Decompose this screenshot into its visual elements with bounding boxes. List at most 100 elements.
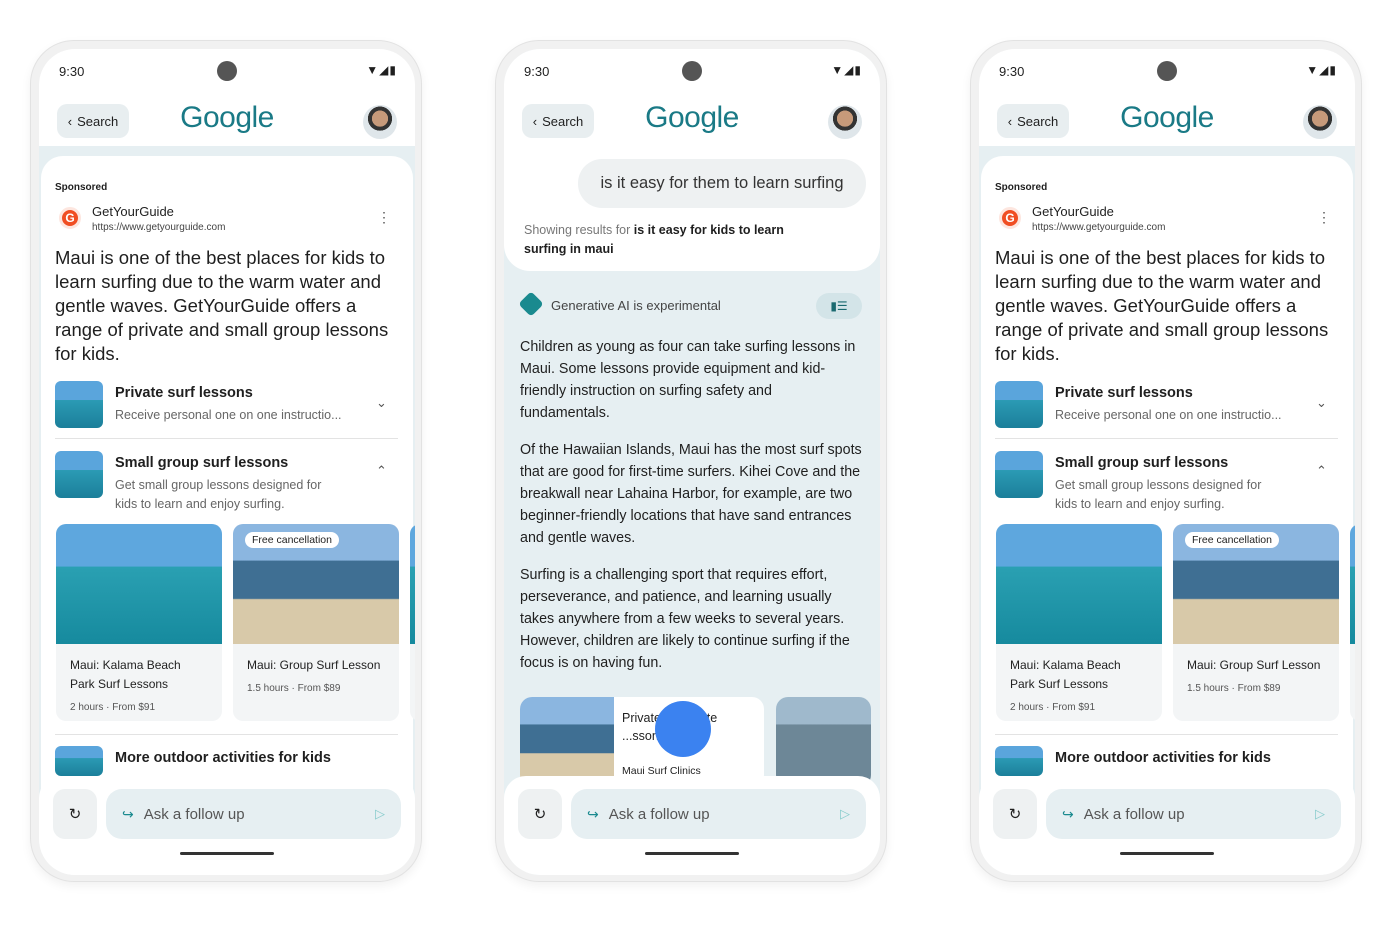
product-card[interactable]: Free cancellation Maui: Group Surf Lesso… bbox=[233, 524, 399, 721]
back-search-button[interactable]: ‹ Search bbox=[57, 104, 129, 138]
signal-battery-icon: ▼◢▮ bbox=[831, 63, 862, 77]
divider bbox=[55, 438, 398, 439]
refresh-icon: ↻ bbox=[68, 806, 82, 823]
chevron-left-icon: ‹ bbox=[67, 113, 73, 129]
product-card[interactable]: Free cancellation Maui: Group Surf Lesso… bbox=[1173, 524, 1339, 721]
advertiser-url[interactable]: https://www.getyourguide.com bbox=[92, 222, 225, 233]
avatar[interactable] bbox=[1303, 105, 1337, 139]
product-card-peek[interactable] bbox=[410, 524, 415, 721]
camera-icon bbox=[1157, 61, 1177, 81]
status-time: 9:30 bbox=[999, 64, 1025, 79]
ask-followup-input[interactable]: ↪ Ask a follow up ▷ bbox=[106, 789, 401, 839]
google-logo: Google bbox=[180, 101, 274, 134]
status-time: 9:30 bbox=[524, 64, 550, 79]
product-title: Maui: Kalama Beach Park Surf Lessons bbox=[70, 658, 181, 691]
product-image bbox=[996, 524, 1162, 644]
product-card[interactable]: Maui: Kalama Beach Park Surf Lessons 2 ho… bbox=[996, 524, 1162, 721]
group-lessons-thumbnail bbox=[55, 451, 103, 498]
back-search-button[interactable]: ‹ Search bbox=[522, 104, 594, 138]
chevron-down-icon[interactable]: ⌄ bbox=[1316, 395, 1327, 411]
row-title[interactable]: More outdoor activities for kids bbox=[1055, 750, 1271, 766]
camera-icon bbox=[682, 61, 702, 81]
sponsored-label: Sponsored bbox=[55, 182, 108, 193]
screen: 9:30 ▼◢▮ ‹ Search Google is it easy for t… bbox=[504, 49, 880, 875]
followup-arrow-icon: ↪ bbox=[587, 805, 599, 822]
row-subtitle: Get small group lessons designed for kid… bbox=[115, 478, 322, 511]
advertiser-name[interactable]: GetYourGuide bbox=[92, 204, 174, 219]
ai-experimental-label: Generative AI is experimental bbox=[551, 298, 721, 313]
ai-overview: Children as young as four can take surfi… bbox=[520, 336, 865, 689]
home-indicator[interactable] bbox=[1120, 852, 1214, 855]
source-card-peek[interactable] bbox=[776, 697, 871, 787]
row-title[interactable]: Small group surf lessons bbox=[115, 455, 288, 471]
more-options-icon[interactable]: ⋮ bbox=[377, 209, 391, 226]
ai-paragraph: Of the Hawaiian Islands, Maui has the mo… bbox=[520, 442, 862, 546]
row-title[interactable]: More outdoor activities for kids bbox=[115, 750, 331, 766]
chevron-left-icon: ‹ bbox=[1007, 113, 1013, 129]
back-label: Search bbox=[77, 113, 119, 129]
free-cancellation-badge: Free cancellation bbox=[245, 532, 339, 548]
divider bbox=[55, 734, 398, 735]
product-card[interactable]: Maui: Kalama Beach Park Surf Lessons 2 ho… bbox=[56, 524, 222, 721]
more-options-icon[interactable]: ⋮ bbox=[1317, 209, 1331, 226]
followup-arrow-icon: ↪ bbox=[1062, 805, 1074, 822]
product-meta: 1.5 hours · From $89 bbox=[1187, 683, 1281, 694]
avatar[interactable] bbox=[828, 105, 862, 139]
row-title[interactable]: Small group surf lessons bbox=[1055, 455, 1228, 471]
showing-prefix: Showing results for bbox=[524, 223, 634, 237]
layout-toggle-button[interactable]: ▮☰ bbox=[816, 293, 862, 319]
ad-body: Maui is one of the best places for kids … bbox=[55, 247, 389, 364]
ask-followup-input[interactable]: ↪ Ask a follow up ▷ bbox=[1046, 789, 1341, 839]
source-image bbox=[520, 697, 614, 787]
product-title: Maui: Kalama Beach Park Surf Lessons bbox=[1010, 658, 1121, 691]
refresh-button[interactable]: ↻ bbox=[53, 789, 97, 839]
refresh-icon: ↻ bbox=[1008, 806, 1022, 823]
screen: 9:30 ▼◢▮ ‹ Search Google Sponsored G GetY… bbox=[39, 49, 415, 875]
row-subtitle: Receive personal one on one instructio..… bbox=[1055, 408, 1282, 422]
product-meta: 2 hours · From $91 bbox=[70, 702, 156, 713]
outdoor-thumbnail bbox=[995, 746, 1043, 776]
ask-followup-input[interactable]: ↪ Ask a follow up ▷ bbox=[571, 789, 866, 839]
chevron-up-icon[interactable]: ⌃ bbox=[376, 463, 387, 479]
product-card-peek[interactable] bbox=[1350, 524, 1355, 721]
back-label: Search bbox=[1017, 113, 1059, 129]
chevron-down-icon[interactable]: ⌄ bbox=[376, 395, 387, 411]
product-meta: 2 hours · From $91 bbox=[1010, 702, 1096, 713]
showing-results[interactable]: Showing results for is it easy for kids … bbox=[524, 221, 804, 259]
advertiser-favicon-icon: G bbox=[59, 207, 81, 229]
send-icon[interactable]: ▷ bbox=[1315, 806, 1325, 822]
chevron-up-icon[interactable]: ⌃ bbox=[1316, 463, 1327, 479]
advertiser-url[interactable]: https://www.getyourguide.com bbox=[1032, 222, 1165, 233]
source-card[interactable]: Private ... Private ...ssons in Maui Mau… bbox=[520, 697, 764, 787]
row-title[interactable]: Private surf lessons bbox=[1055, 385, 1193, 401]
back-search-button[interactable]: ‹ Search bbox=[997, 104, 1069, 138]
outdoor-thumbnail bbox=[55, 746, 103, 776]
refresh-button[interactable]: ↻ bbox=[518, 789, 562, 839]
phone-ad-view: 9:30 ▼◢▮ ‹ Search Google Sponsored G GetY… bbox=[30, 40, 422, 882]
gemini-sparkle-icon bbox=[518, 291, 544, 317]
chevron-left-icon: ‹ bbox=[532, 113, 538, 129]
screen: 9:30 ▼◢▮ ‹ Search Google Sponsored G GetY… bbox=[979, 49, 1355, 875]
phone-followup-view: 9:30 ▼◢▮ ‹ Search Google is it easy for t… bbox=[495, 40, 887, 882]
row-title[interactable]: Private surf lessons bbox=[115, 385, 253, 401]
product-title: Maui: Group Surf Lesson bbox=[1187, 658, 1321, 672]
product-image bbox=[56, 524, 222, 644]
refresh-button[interactable]: ↻ bbox=[993, 789, 1037, 839]
advertiser-name[interactable]: GetYourGuide bbox=[1032, 204, 1114, 219]
ai-paragraph: Children as young as four can take surfi… bbox=[520, 339, 856, 421]
home-indicator[interactable] bbox=[180, 852, 274, 855]
ask-placeholder: Ask a follow up bbox=[608, 805, 710, 823]
google-logo: Google bbox=[1120, 101, 1214, 134]
row-subtitle: Get small group lessons designed for kid… bbox=[1055, 478, 1262, 511]
home-indicator[interactable] bbox=[645, 852, 739, 855]
google-logo: Google bbox=[645, 101, 739, 134]
phone-ad-view: 9:30 ▼◢▮ ‹ Search Google Sponsored G GetY… bbox=[970, 40, 1362, 882]
product-title: Maui: Group Surf Lesson bbox=[247, 658, 381, 672]
camera-icon bbox=[217, 61, 237, 81]
avatar[interactable] bbox=[363, 105, 397, 139]
send-icon[interactable]: ▷ bbox=[375, 806, 385, 822]
touch-indicator bbox=[655, 701, 711, 757]
divider bbox=[995, 734, 1338, 735]
send-icon[interactable]: ▷ bbox=[840, 806, 850, 822]
ask-placeholder: Ask a follow up bbox=[1083, 805, 1185, 823]
